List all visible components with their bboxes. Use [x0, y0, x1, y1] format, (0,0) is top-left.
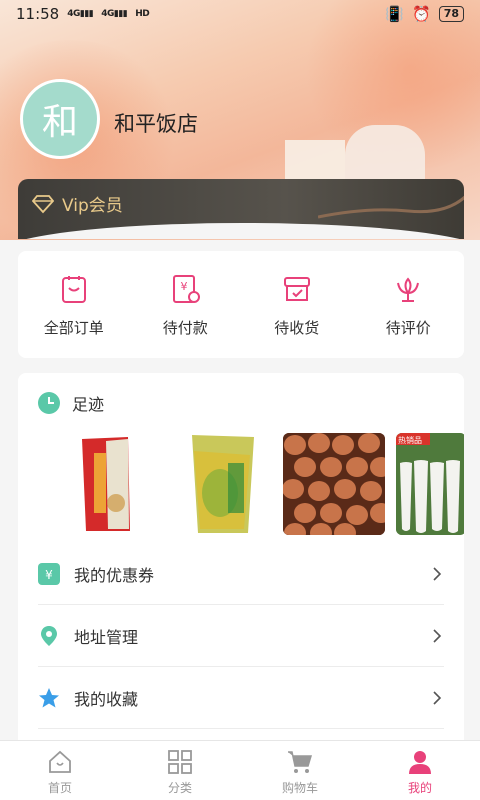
coupon-icon: ¥: [38, 562, 60, 585]
signal-icon: 4G▮▮▮: [67, 9, 94, 19]
svg-text:¥: ¥: [181, 280, 188, 293]
menu-coupons[interactable]: ¥ 我的优惠券: [38, 543, 444, 605]
bottom-tab-bar: 首页 分类 购物车 我的: [0, 740, 480, 800]
vibrate-icon: 📳: [385, 5, 404, 23]
clock-icon: [38, 392, 60, 414]
branch-decoration: [318, 195, 464, 219]
pending-payment-icon: ¥: [173, 275, 201, 303]
cart-icon: [288, 751, 313, 773]
order-pending-review-label: 待评价: [385, 319, 431, 337]
location-pin-icon: [38, 625, 60, 647]
status-time: 11:58: [16, 5, 60, 23]
grid-icon: [168, 750, 192, 774]
order-card: 全部订单 ¥ 待付款 待收货 待评价: [18, 251, 464, 358]
pickles-pack-image: [192, 435, 254, 533]
order-all[interactable]: 全部订单: [18, 251, 130, 358]
vip-label: Vip会员: [62, 196, 123, 216]
pending-delivery-icon: [283, 277, 310, 301]
vip-banner[interactable]: Vip会员: [18, 179, 464, 239]
footprint-title: 足迹: [72, 395, 105, 414]
footprint-card: 足迹 热销品 ¥ 我的优惠券 地址管理 我的收藏: [18, 373, 464, 753]
order-pending-review[interactable]: 待评价: [353, 251, 465, 358]
hot-sale-tag: 热销品: [398, 435, 422, 445]
status-bar: 11:58 4G▮▮▮ 4G▮▮▮ HD 📳 ⏰ 78: [0, 0, 480, 28]
order-pending-payment[interactable]: ¥ 待付款: [130, 251, 242, 358]
product-thumb-radish[interactable]: 热销品: [396, 433, 464, 535]
shop-name: 和平饭店: [114, 112, 198, 136]
tab-mine-label: 我的: [407, 781, 432, 795]
order-pending-delivery-label: 待收货: [274, 319, 320, 337]
avatar[interactable]: 和: [20, 79, 100, 159]
hd-icon: HD: [135, 9, 150, 19]
tab-mine[interactable]: 我的: [360, 741, 480, 800]
footprint-header: 足迹: [38, 391, 104, 415]
footprint-thumbnails: 热销品: [38, 433, 464, 535]
product-thumb-rice[interactable]: [58, 433, 160, 535]
rice-bag-image: [82, 437, 130, 531]
star-icon: [38, 687, 60, 709]
tab-cart[interactable]: 购物车: [240, 741, 360, 800]
chevron-right-icon: [433, 690, 442, 705]
order-pending-delivery[interactable]: 待收货: [241, 251, 353, 358]
menu-favorites-label: 我的收藏: [74, 689, 139, 709]
svg-text:¥: ¥: [45, 568, 53, 582]
battery-icon: 78: [438, 6, 464, 22]
product-thumb-pickles[interactable]: [170, 433, 272, 535]
order-all-label: 全部订单: [43, 319, 104, 337]
signal-icon-2: 4G▮▮▮: [101, 9, 128, 19]
tab-category[interactable]: 分类: [120, 741, 240, 800]
user-icon: [409, 751, 431, 774]
alarm-icon: ⏰: [412, 5, 431, 23]
product-thumb-eggs[interactable]: [283, 433, 385, 535]
chevron-right-icon: [433, 566, 442, 581]
tab-category-label: 分类: [167, 781, 192, 795]
menu-coupons-label: 我的优惠券: [74, 565, 155, 585]
chevron-right-icon: [433, 628, 442, 643]
diamond-icon: [32, 195, 54, 214]
menu-favorites[interactable]: 我的收藏: [38, 667, 444, 729]
home-icon: [49, 750, 71, 773]
order-pending-payment-label: 待付款: [162, 319, 208, 337]
tab-home[interactable]: 首页: [0, 741, 120, 800]
tab-cart-label: 购物车: [281, 781, 318, 795]
eggs-image: [283, 433, 385, 535]
menu-address[interactable]: 地址管理: [38, 605, 444, 667]
order-list-icon: [61, 276, 86, 303]
radish-image: 热销品: [396, 433, 464, 535]
menu-address-label: 地址管理: [74, 627, 139, 647]
pending-review-icon: [397, 277, 420, 302]
tab-home-label: 首页: [47, 781, 72, 795]
